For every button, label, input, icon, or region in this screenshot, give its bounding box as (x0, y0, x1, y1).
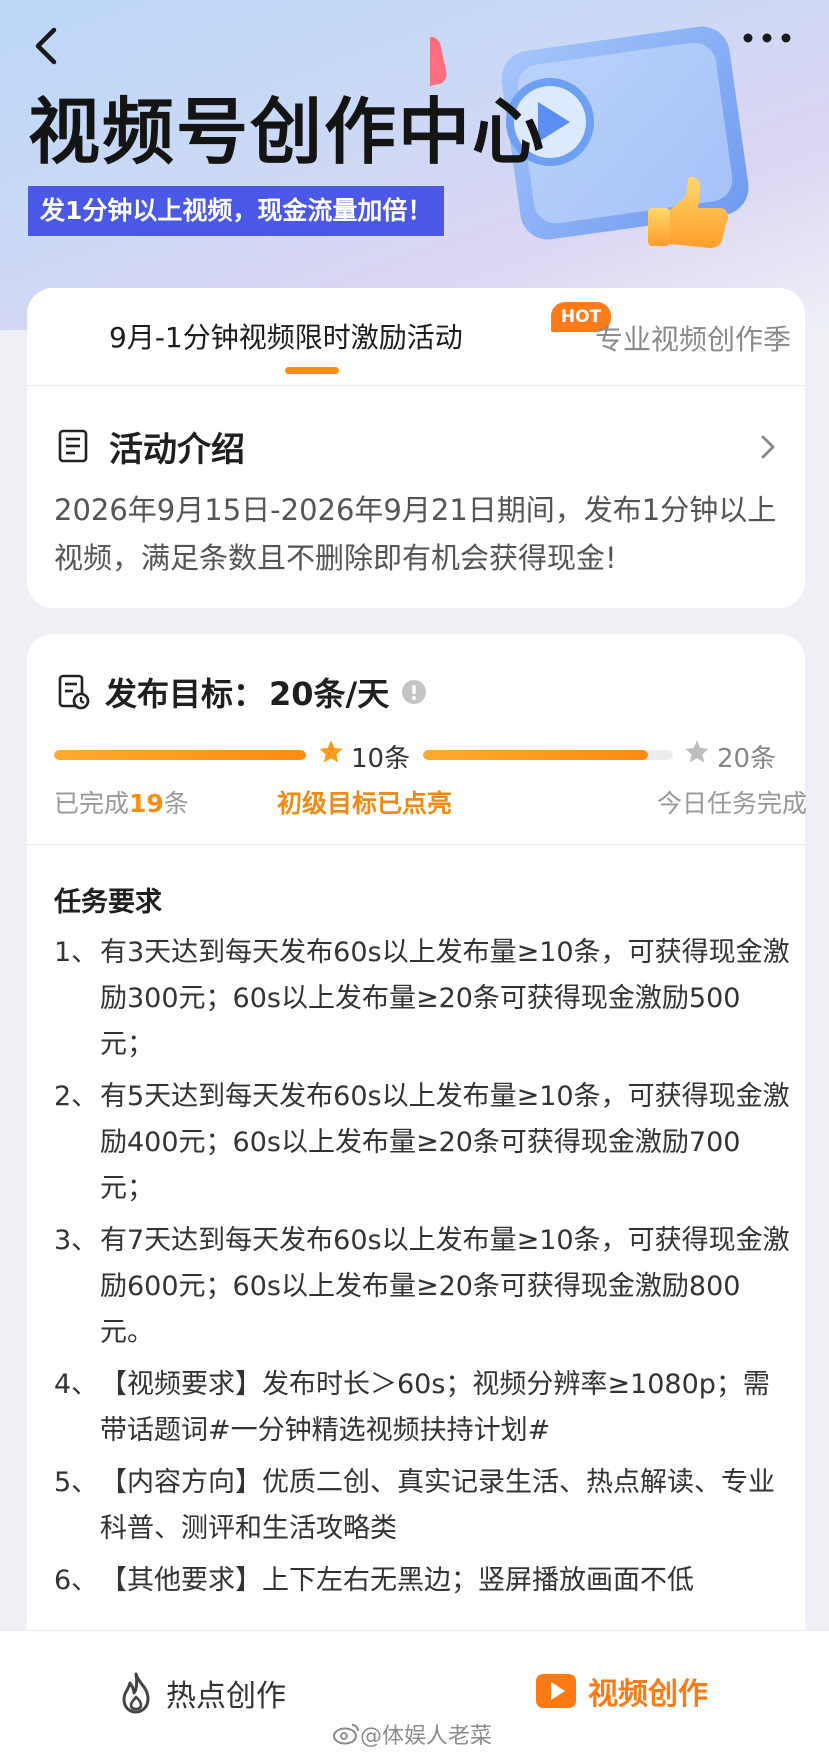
page-title: 视频号创作中心 (28, 90, 547, 174)
watermark-text: @体娱人老菜 (360, 1724, 493, 1749)
info-icon[interactable] (401, 679, 427, 705)
level-status: 初级目标已点亮 (277, 789, 453, 818)
requirement-number: 5、 (54, 1467, 99, 1498)
target-card: 发布目标： 20条/天 10条 20条 已完成19条 初级目标已点亮 今日任务完… (27, 634, 808, 1754)
requirement-number: 6、 (54, 1565, 99, 1596)
today-status: 今日任务完成 (657, 789, 808, 818)
target-value: 20条/天 (269, 675, 390, 713)
progress-bar-first (54, 750, 306, 760)
nav-hot-label: 热点创作 (166, 1679, 286, 1714)
completed-suffix: 条 (163, 789, 189, 818)
completed-count: 已完成19条 (54, 784, 189, 820)
requirement-item: 2、 有5天达到每天发布60s以上发布量≥10条，可获得现金激励400元；60s… (54, 1074, 794, 1212)
requirement-item: 6、 【其他要求】上下左右无黑边；竖屏播放画面不低 (54, 1558, 794, 1604)
milestone-10-label: 10条 (351, 744, 411, 774)
milestone-20-label: 20条 (717, 744, 777, 774)
requirement-text: 【其他要求】上下左右无黑边；竖屏播放画面不低 (100, 1565, 694, 1596)
nav-video-creation[interactable]: 视频创作 (534, 1669, 708, 1713)
activity-tabs: 9月-1分钟视频限时激励活动 HOT 专业视频创作季 (27, 288, 805, 386)
tab-september-activity[interactable]: 9月-1分钟视频限时激励活动 (109, 316, 463, 356)
weibo-logo-icon (333, 1724, 359, 1745)
hero-subtitle: 发1分钟以上视频，现金流量加倍！ (28, 186, 445, 236)
requirement-item: 4、 【视频要求】发布时长＞60s；视频分辨率≥1080p；需带话题词#一分钟精… (54, 1362, 794, 1454)
back-arrow-icon (35, 27, 57, 65)
intro-description: 2026年9月15日-2026年9月21日期间，发布1分钟以上视频，满足条数且不… (54, 493, 777, 575)
requirement-number: 4、 (54, 1369, 99, 1400)
video-play-icon (536, 1674, 576, 1708)
intro-header[interactable]: 活动介绍 (57, 424, 245, 470)
requirement-number: 2、 (54, 1081, 99, 1112)
target-doc-icon (58, 674, 90, 710)
watermark: @体娱人老菜 (332, 1718, 492, 1750)
requirement-text: 有5天达到每天发布60s以上发布量≥10条，可获得现金激励400元；60s以上发… (100, 1081, 790, 1204)
progress-fill-first (54, 750, 306, 760)
chevron-right-icon[interactable] (757, 431, 779, 463)
completed-prefix: 已完成 (54, 789, 130, 818)
target-header: 发布目标： 20条/天 (57, 670, 427, 714)
activity-card: 9月-1分钟视频限时激励活动 HOT 专业视频创作季 活动介绍 2026年9月1… (27, 288, 805, 608)
requirements-list: 1、 有3天达到每天发布60s以上发布量≥10条，可获得现金激励300元；60s… (54, 930, 794, 1610)
requirement-text: 有7天达到每天发布60s以上发布量≥10条，可获得现金激励600元；60s以上发… (100, 1225, 790, 1348)
requirement-text: 【视频要求】发布时长＞60s；视频分辨率≥1080p；需带话题词#一分钟精选视频… (100, 1369, 770, 1446)
requirements-title: 任务要求 (54, 887, 162, 918)
requirement-number: 1、 (54, 937, 99, 968)
nav-video-label: 视频创作 (588, 1677, 708, 1712)
requirement-item: 5、 【内容方向】优质二创、真实记录生活、热点解读、专业科普、测评和生活攻略类 (54, 1460, 794, 1552)
hero-banner: 视频号创作中心 发1分钟以上视频，现金流量加倍！ (0, 0, 829, 330)
divider (27, 844, 805, 845)
back-button[interactable] (28, 16, 68, 72)
tab-professional-video[interactable]: 专业视频创作季 (595, 318, 791, 358)
intro-title: 活动介绍 (109, 429, 245, 470)
progress-bar-second (423, 750, 673, 760)
flame-icon (122, 1672, 150, 1714)
active-tab-indicator (285, 367, 339, 374)
requirement-number: 3、 (54, 1225, 99, 1256)
requirement-item: 1、 有3天达到每天发布60s以上发布量≥10条，可获得现金激励300元；60s… (54, 930, 794, 1068)
requirement-text: 有3天达到每天发布60s以上发布量≥10条，可获得现金激励300元；60s以上发… (100, 937, 790, 1060)
document-icon (58, 429, 88, 463)
target-title: 发布目标： (105, 675, 266, 713)
completed-number: 19 (129, 789, 164, 818)
requirement-item: 3、 有7天达到每天发布60s以上发布量≥10条，可获得现金激励600元；60s… (54, 1218, 794, 1356)
requirement-text: 【内容方向】优质二创、真实记录生活、热点解读、专业科普、测评和生活攻略类 (100, 1467, 775, 1544)
star-icon-active (319, 740, 343, 763)
nav-hot-creation[interactable]: 热点创作 (116, 1671, 286, 1715)
progress-fill-second (423, 750, 648, 760)
star-icon-inactive (685, 740, 709, 763)
